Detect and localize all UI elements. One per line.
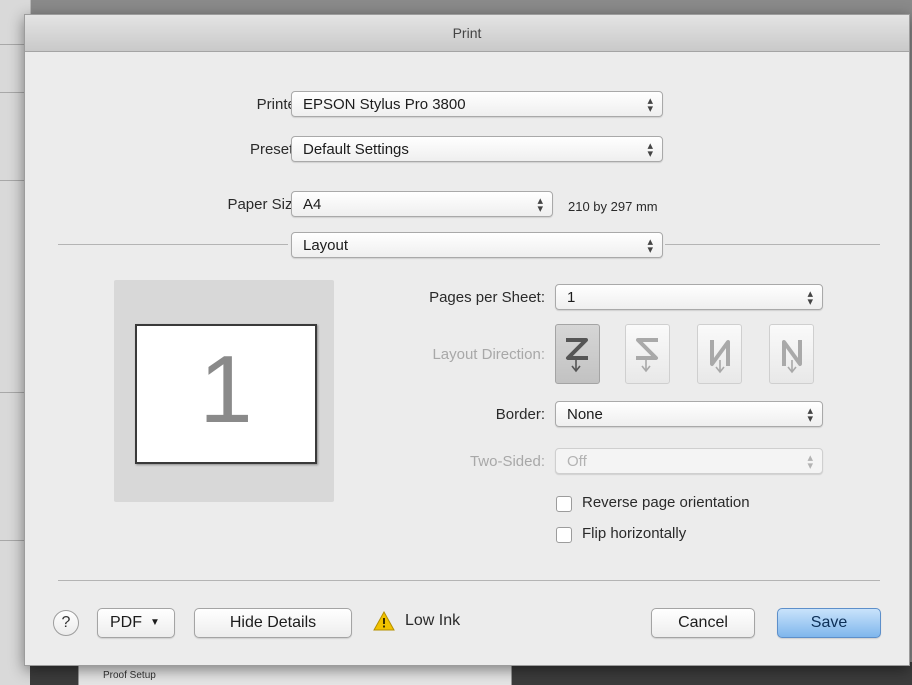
section-value: Layout: [303, 237, 349, 254]
paper-size-value: A4: [303, 196, 322, 213]
preview-page-number: 1: [199, 336, 253, 443]
reverse-n-order-icon: [710, 340, 730, 374]
border-label: Border:: [495, 406, 545, 423]
flip-horizontally-label: Flip horizontally: [582, 525, 687, 542]
layout-direction-n-button[interactable]: [769, 324, 814, 384]
border-value: None: [567, 406, 603, 423]
separator: [58, 580, 880, 581]
low-ink-label: Low Ink: [405, 612, 461, 629]
hide-details-button[interactable]: Hide Details: [194, 608, 352, 638]
warning-icon: [373, 611, 395, 631]
layout-direction-s-button[interactable]: [625, 324, 670, 384]
n-order-icon: [782, 340, 802, 374]
popup-arrows-icon: ▴ ▾: [647, 140, 653, 160]
popup-arrows-icon: ▴ ▾: [807, 288, 813, 308]
two-sided-popup[interactable]: Off ▴ ▾: [555, 448, 823, 474]
z-order-icon: [566, 338, 588, 373]
pages-per-sheet-popup[interactable]: 1 ▴ ▾: [555, 284, 823, 310]
section-popup[interactable]: Layout ▴ ▾: [291, 232, 663, 258]
background-panel-label: Proof Setup: [103, 670, 156, 681]
popup-arrows-icon: ▴ ▾: [807, 452, 813, 472]
separator: [665, 244, 880, 245]
layout-direction-label: Layout Direction:: [432, 346, 545, 363]
paper-size-popup[interactable]: A4 ▴ ▾: [291, 191, 553, 217]
save-button[interactable]: Save: [777, 608, 881, 638]
flip-horizontally-checkbox[interactable]: [556, 527, 572, 543]
two-sided-value: Off: [567, 453, 587, 470]
chevron-down-icon: ▼: [150, 617, 160, 628]
page-preview: 1: [135, 324, 317, 464]
border-popup[interactable]: None ▴ ▾: [555, 401, 823, 427]
popup-arrows-icon: ▴ ▾: [647, 236, 653, 256]
reverse-orientation-label: Reverse page orientation: [582, 494, 750, 511]
print-dialog: Print Printer: EPSON Stylus Pro 3800 ▴ ▾ …: [24, 14, 910, 666]
popup-arrows-icon: ▴ ▾: [537, 195, 543, 215]
popup-arrows-icon: ▴ ▾: [807, 405, 813, 425]
layout-direction-reverse-n-button[interactable]: [697, 324, 742, 384]
layout-direction-z-button[interactable]: [555, 324, 600, 384]
presets-value: Default Settings: [303, 141, 409, 158]
separator: [58, 244, 288, 245]
pdf-label: PDF: [110, 614, 142, 631]
popup-arrows-icon: ▴ ▾: [647, 95, 653, 115]
help-button[interactable]: ?: [53, 610, 79, 636]
presets-popup[interactable]: Default Settings ▴ ▾: [291, 136, 663, 162]
two-sided-label: Two-Sided:: [469, 453, 545, 470]
pdf-menu-button[interactable]: PDF ▼: [97, 608, 175, 638]
dialog-title: Print: [25, 15, 909, 52]
reverse-orientation-checkbox[interactable]: [556, 496, 572, 512]
s-order-icon: [636, 338, 658, 373]
pages-per-sheet-value: 1: [567, 289, 576, 306]
printer-value: EPSON Stylus Pro 3800: [303, 96, 466, 113]
cancel-button[interactable]: Cancel: [651, 608, 755, 638]
pages-per-sheet-label: Pages per Sheet:: [429, 289, 545, 306]
paper-dimensions: 210 by 297 mm: [568, 199, 658, 214]
printer-popup[interactable]: EPSON Stylus Pro 3800 ▴ ▾: [291, 91, 663, 117]
